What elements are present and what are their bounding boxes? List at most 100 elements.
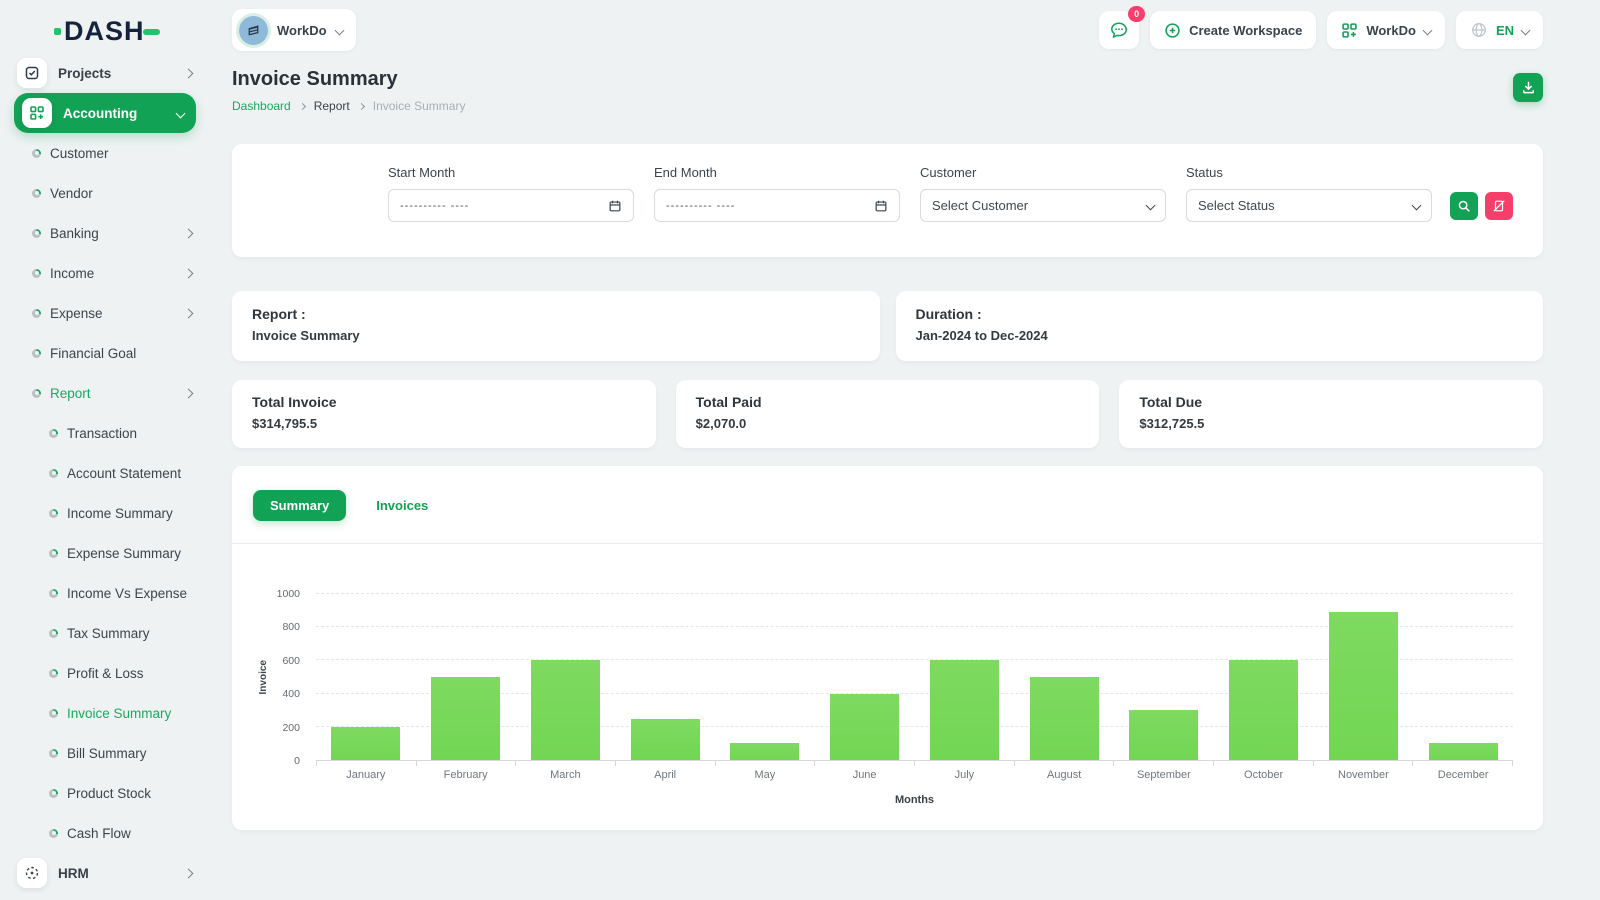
bar-march[interactable]: [530, 660, 600, 760]
sidebar-menu: Projects Accounting Customer Vendor Banking I…: [0, 53, 210, 893]
sidebar-item-vendor[interactable]: Vendor: [0, 173, 210, 213]
sidebar-item-financial-goal[interactable]: Financial Goal: [0, 333, 210, 373]
sidebar-item-label: Projects: [58, 65, 112, 81]
start-month-field: Start Month ---------- ----: [388, 165, 634, 222]
sidebar-item-banking[interactable]: Banking: [0, 213, 210, 253]
sidebar-item-income-vs-expense[interactable]: Income Vs Expense: [0, 573, 210, 613]
language-selector[interactable]: EN: [1455, 11, 1543, 49]
x-tick-label: July: [954, 769, 975, 781]
sidebar-item-hrm[interactable]: HRM: [0, 853, 210, 893]
sidebar-item-projects[interactable]: Projects: [0, 53, 210, 93]
clear-filter-icon: [1493, 200, 1505, 212]
chevron-down-icon: [175, 108, 186, 118]
bar-june[interactable]: [830, 693, 900, 760]
sidebar-item-bill-summary[interactable]: Bill Summary: [0, 733, 210, 773]
report-value: Invoice Summary: [252, 328, 360, 343]
y-axis-title: Invoice: [258, 660, 269, 695]
bullet-icon: [49, 588, 58, 598]
report-card: Report : Invoice Summary: [232, 291, 880, 361]
axis-tick: [714, 761, 716, 766]
filter-actions: [1450, 192, 1513, 220]
workspace-name: WorkDo: [277, 22, 327, 38]
chevron-right-icon: [183, 868, 194, 878]
status-select-value: Select Status: [1198, 198, 1275, 213]
end-month-placeholder: ---------- ----: [666, 199, 736, 212]
customer-field: Customer Select Customer: [920, 165, 1166, 222]
bar-april[interactable]: [630, 718, 700, 760]
sidebar-item-tax-summary[interactable]: Tax Summary: [0, 613, 210, 653]
sidebar-item-accounting[interactable]: Accounting: [14, 93, 196, 133]
breadcrumb-report[interactable]: Report: [314, 99, 350, 113]
totals-row: Total Invoice $314,795.5 Total Paid $2,0…: [232, 380, 1544, 448]
bar-december[interactable]: [1428, 743, 1498, 760]
search-icon: [1458, 200, 1470, 212]
clear-filter-button[interactable]: [1485, 192, 1513, 220]
bar-january[interactable]: [331, 726, 401, 760]
download-button[interactable]: [1513, 73, 1543, 102]
apply-filter-button[interactable]: [1450, 192, 1478, 220]
sidebar-item-income[interactable]: Income: [0, 253, 210, 293]
end-month-input[interactable]: ---------- ----: [654, 189, 900, 222]
customer-select[interactable]: Select Customer: [920, 189, 1166, 222]
sidebar-item-label: Expense: [50, 305, 103, 321]
axis-tick: [1212, 761, 1214, 766]
x-tick-label: November: [1338, 769, 1389, 781]
sidebar-item-customer[interactable]: Customer: [0, 133, 210, 173]
x-tick-label: February: [443, 769, 488, 781]
bar-february[interactable]: [431, 677, 501, 760]
start-month-label: Start Month: [388, 165, 456, 180]
axis-tick: [1412, 761, 1414, 766]
sidebar-item-transaction[interactable]: Transaction: [0, 413, 210, 453]
bar-november[interactable]: [1328, 612, 1398, 760]
logo-text: DASH: [64, 16, 145, 46]
sidebar-item-profit-loss[interactable]: Profit & Loss: [0, 653, 210, 693]
bullet-icon: [49, 668, 58, 678]
bullet-icon: [49, 628, 58, 638]
x-tick-label: April: [654, 769, 677, 781]
total-invoice-value: $314,795.5: [252, 416, 318, 431]
page-title: Invoice Summary: [232, 68, 398, 90]
sidebar-item-label: Profit & Loss: [67, 665, 144, 681]
start-month-input[interactable]: ---------- ----: [388, 189, 634, 222]
sidebar-item-expense-summary[interactable]: Expense Summary: [0, 533, 210, 573]
bar-august[interactable]: [1029, 677, 1099, 760]
tab-summary[interactable]: Summary: [253, 490, 347, 521]
sidebar-item-invoice-summary[interactable]: Invoice Summary: [0, 693, 210, 733]
bar-september[interactable]: [1129, 710, 1199, 760]
x-tick-label: May: [754, 769, 776, 781]
sidebar-item-report[interactable]: Report: [0, 373, 210, 413]
messages-button[interactable]: 0: [1099, 6, 1146, 49]
create-workspace-button[interactable]: Create Workspace: [1150, 11, 1317, 49]
summary-chart-card: Summary Invoices Invoice 0 200 400 600 800 10…: [232, 466, 1543, 830]
sidebar-item-account-statement[interactable]: Account Statement: [0, 453, 210, 493]
bullet-icon: [49, 828, 58, 838]
chart-bars: [316, 594, 1513, 760]
app-logo[interactable]: DASH: [54, 16, 210, 47]
chevron-down-icon: [334, 25, 345, 35]
create-workspace-label: Create Workspace: [1189, 22, 1303, 38]
breadcrumb-dashboard[interactable]: Dashboard: [232, 99, 291, 113]
sidebar-item-expense[interactable]: Expense: [0, 293, 210, 333]
bar-october[interactable]: [1229, 660, 1299, 760]
workdo-menu-button[interactable]: WorkDo: [1327, 11, 1445, 49]
tab-invoices[interactable]: Invoices: [359, 490, 445, 521]
bar-july[interactable]: [929, 660, 999, 760]
sidebar-item-income-summary[interactable]: Income Summary: [0, 493, 210, 533]
x-tick-label: June: [852, 769, 877, 781]
language-code: EN: [1495, 22, 1514, 38]
y-tick-label: 800: [282, 621, 300, 634]
bar-may[interactable]: [730, 743, 800, 760]
sidebar-item-product-stock[interactable]: Product Stock: [0, 773, 210, 813]
filter-card: Start Month ---------- ---- End Month --…: [232, 144, 1543, 257]
workspace-switcher[interactable]: WorkDo: [232, 9, 356, 51]
bullet-icon: [49, 428, 58, 438]
bullet-icon: [32, 308, 41, 318]
status-select[interactable]: Select Status: [1186, 189, 1432, 222]
globe-icon: [1471, 23, 1486, 37]
bar-cell: [715, 594, 815, 760]
axis-tick: [913, 761, 915, 766]
chevron-down-icon: [1411, 200, 1422, 211]
sidebar-item-label: Cash Flow: [67, 825, 131, 841]
sidebar-item-cash-flow[interactable]: Cash Flow: [0, 813, 210, 853]
end-month-field: End Month ---------- ----: [654, 165, 900, 222]
